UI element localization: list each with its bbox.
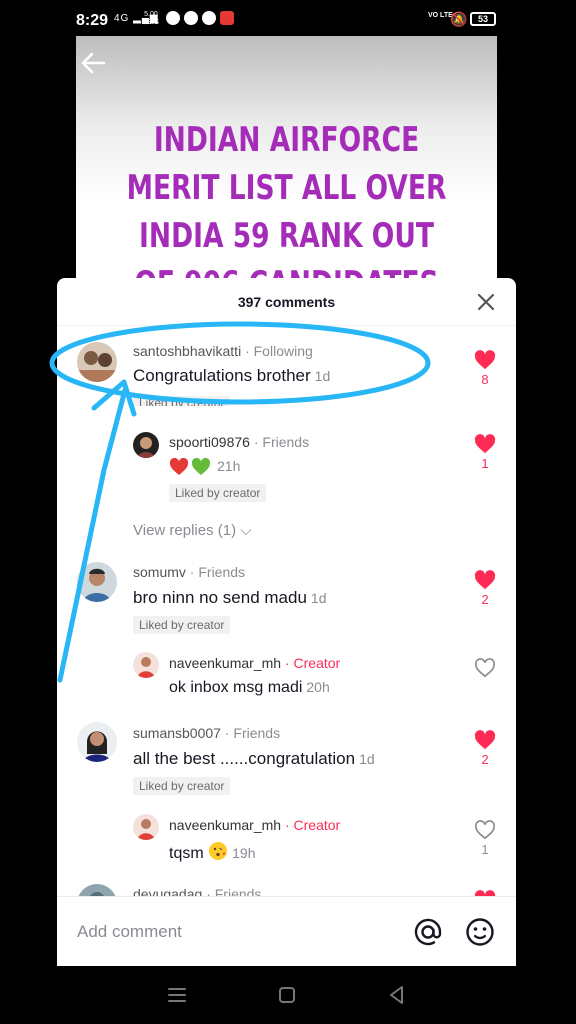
avatar[interactable]	[133, 814, 159, 840]
comment-username[interactable]: naveenkumar_mh · Creator	[169, 655, 340, 671]
reply-item: naveenkumar_mh · Creator ok inbox msg ma…	[57, 652, 516, 712]
liked-by-creator-badge: Liked by creator	[133, 616, 231, 634]
comment-text: all the best ......congratulation 1d	[133, 749, 375, 768]
instagram-icon	[184, 11, 198, 25]
chevron-down-icon: ⌵	[240, 522, 252, 539]
comment-username[interactable]: naveenkumar_mh · Creator	[169, 817, 340, 833]
comment-text: bro ninn no send madu 1d	[133, 588, 327, 607]
liked-by-creator-badge: Liked by creator	[133, 777, 231, 795]
avatar[interactable]	[133, 432, 159, 458]
avatar[interactable]	[77, 722, 117, 762]
comments-count: 397 comments	[237, 294, 336, 310]
comments-header: 397 comments	[57, 278, 516, 326]
like-count: 1	[481, 456, 489, 471]
comment-text: Congratulations brother 1d	[133, 366, 331, 385]
mention-icon[interactable]	[413, 917, 443, 947]
like-count: 2	[481, 592, 489, 607]
close-icon[interactable]	[476, 292, 496, 312]
reply-item: naveenkumar_mh · Creator tqsm 19h 1	[57, 814, 516, 874]
comment-username[interactable]: devugadag · Friends	[133, 886, 261, 896]
like-count: 2	[481, 752, 489, 767]
heart-filled-icon[interactable]	[474, 730, 496, 750]
comment-text: ok inbox msg madi 20h	[169, 679, 330, 696]
screen: 8:29 4G ▂▄▆ 5.00 KB/S VO LTE 🔕 53 INDIAN …	[0, 0, 576, 1024]
avatar[interactable]	[77, 342, 117, 382]
battery-indicator: 53	[470, 12, 496, 26]
app-notification-icon	[166, 11, 180, 25]
comment-item: devugadag · Friends	[57, 882, 516, 896]
comments-sheet: 397 comments santoshbhavikatti · Followi…	[57, 278, 516, 966]
heart-outline-icon[interactable]	[474, 820, 496, 840]
comment-item: somumv · Friends bro ninn no send madu 1d…	[57, 562, 516, 642]
status-bar: 8:29 4G ▂▄▆ 5.00 KB/S VO LTE 🔕 53	[0, 0, 576, 36]
comment-username[interactable]: sumansb0007 · Friends	[133, 725, 280, 741]
avatar[interactable]	[77, 884, 117, 896]
avatar[interactable]	[77, 562, 117, 602]
liked-by-creator-badge: Liked by creator	[169, 484, 267, 502]
add-comment-input[interactable]: Add comment	[77, 922, 182, 942]
heart-filled-icon[interactable]	[474, 434, 496, 454]
comment-text: tqsm 19h	[169, 841, 255, 863]
status-time: 8:29	[76, 12, 109, 29]
comment-username[interactable]: somumv · Friends	[133, 564, 245, 580]
comment-item: santoshbhavikatti · Following Congratula…	[57, 326, 516, 406]
app-notification-icon	[202, 11, 216, 25]
navigation-bar	[0, 966, 576, 1024]
home-icon[interactable]	[276, 984, 298, 1006]
heart-outline-icon[interactable]	[474, 658, 496, 678]
comment-item: sumansb0007 · Friends all the best .....…	[57, 722, 516, 802]
like-count: 8	[481, 372, 489, 387]
comment-username[interactable]: spoorti09876 · Friends	[169, 434, 309, 450]
like-count: 1	[481, 842, 489, 857]
comment-text: 21h	[169, 456, 240, 477]
kiss-emoji-icon	[209, 842, 228, 860]
liked-by-creator-badge: Liked by creator	[133, 396, 231, 406]
network-speed: 5.00 KB/S	[143, 11, 159, 26]
heart-filled-icon[interactable]	[474, 570, 496, 590]
back-icon[interactable]	[386, 984, 408, 1006]
back-arrow-icon[interactable]	[78, 48, 108, 78]
add-comment-bar: Add comment	[57, 896, 516, 966]
avatar[interactable]	[133, 652, 159, 678]
reply-item: spoorti09876 · Friends 21h Liked by crea…	[57, 422, 516, 512]
menu-icon[interactable]	[166, 984, 188, 1006]
notification-icons	[166, 11, 234, 25]
view-replies-button[interactable]: View replies (1) ⌵	[133, 522, 252, 539]
heart-filled-icon[interactable]	[474, 350, 496, 370]
vivo-icon	[220, 11, 234, 25]
comments-list[interactable]: santoshbhavikatti · Following Congratula…	[57, 326, 516, 896]
comment-username[interactable]: santoshbhavikatti · Following	[133, 343, 313, 359]
mute-icon: 🔕	[450, 11, 468, 27]
emoji-icon[interactable]	[465, 917, 495, 947]
hearts-emoji-icon	[169, 457, 211, 475]
